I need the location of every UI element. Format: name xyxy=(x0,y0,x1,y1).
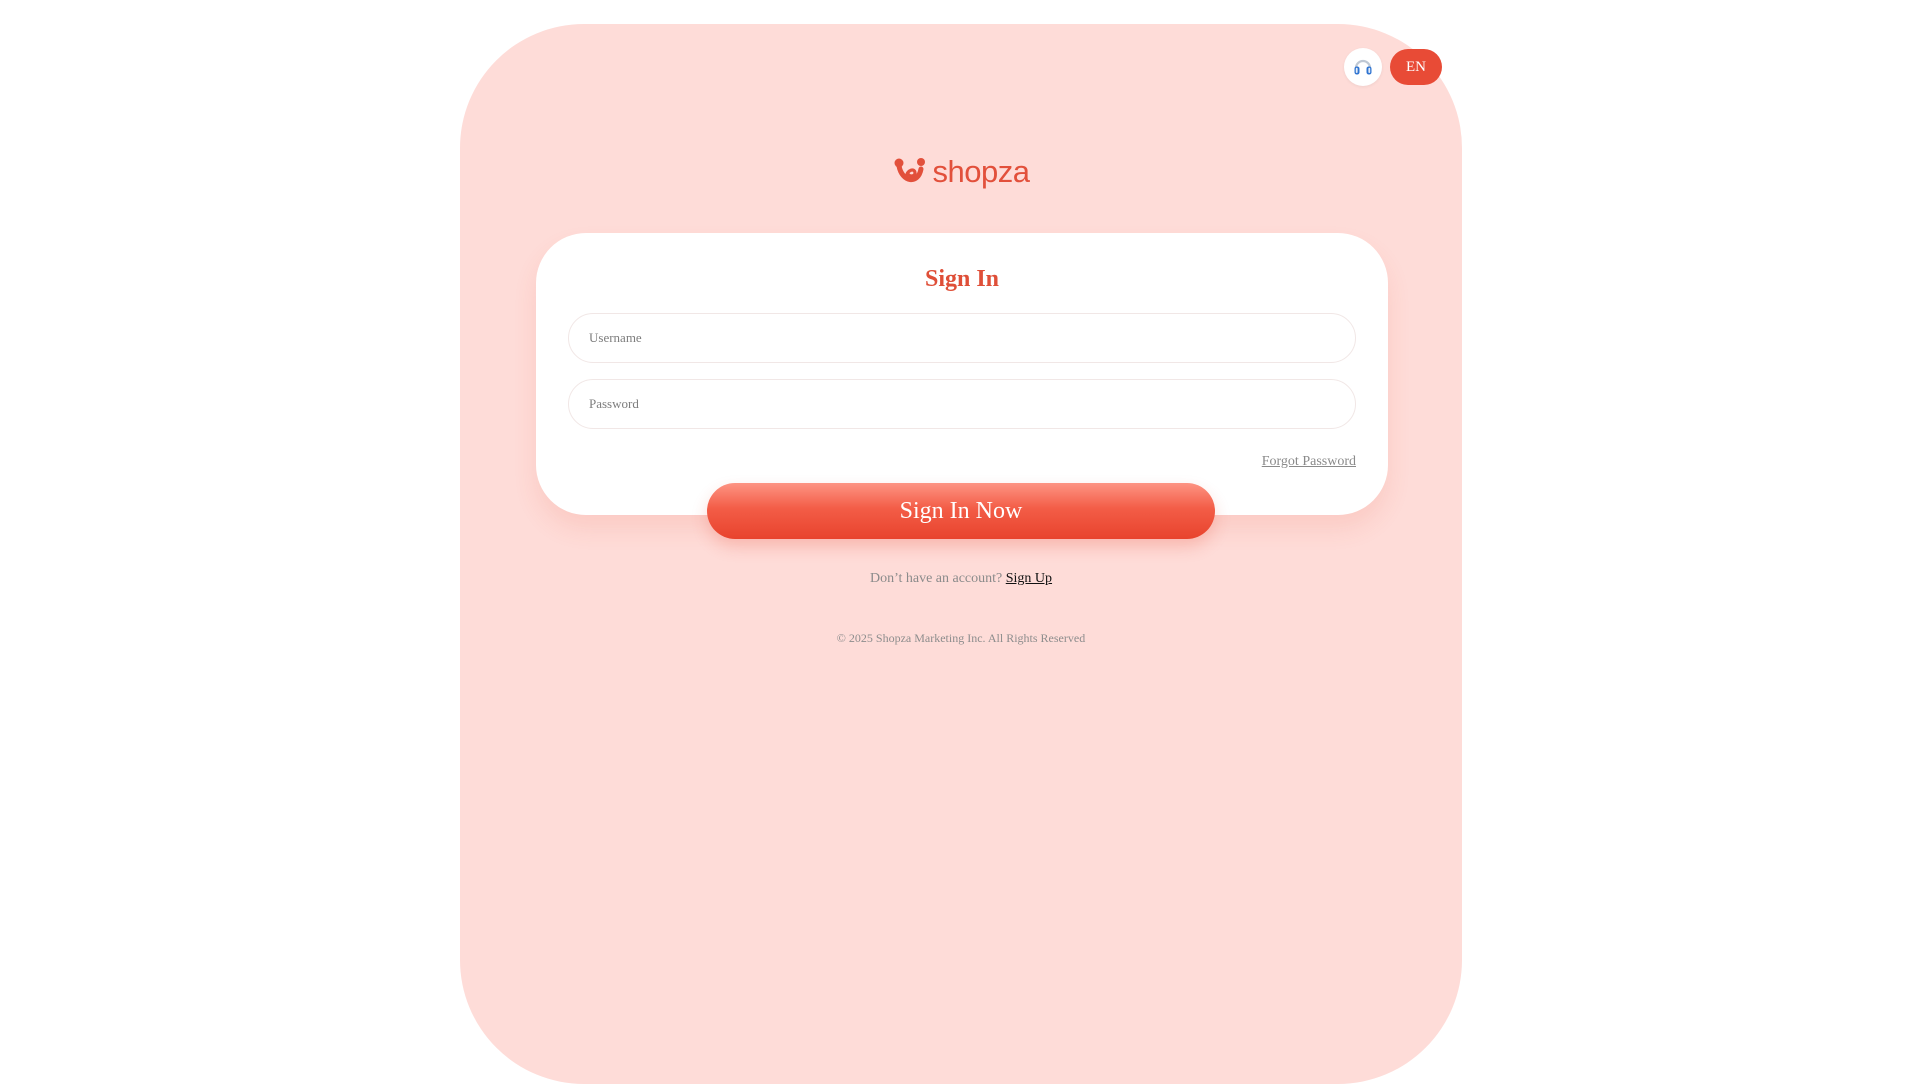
signup-prompt: Don’t have an account? Sign Up xyxy=(460,571,1462,587)
sign-in-title: Sign In xyxy=(924,266,1000,292)
sign-up-link[interactable]: Sign Up xyxy=(1006,571,1052,586)
support-button[interactable] xyxy=(1344,48,1382,86)
copyright-text: © 2025 Shopza Marketing Inc. All Rights … xyxy=(836,631,1086,645)
password-input[interactable] xyxy=(568,379,1356,429)
brand-logo: shopza xyxy=(460,156,1462,187)
brand-name: shopza xyxy=(932,154,1030,189)
top-controls: EN xyxy=(1344,48,1442,86)
sign-in-button[interactable]: Sign In Now xyxy=(707,483,1215,539)
language-selector[interactable]: EN xyxy=(1390,49,1442,85)
forgot-password-link[interactable]: Forgot Password xyxy=(1262,454,1356,470)
login-panel: EN shopza Sign In Forgot Password Sign I… xyxy=(460,24,1462,1084)
signup-prompt-text: Don’t have an account? xyxy=(869,571,1003,586)
sign-in-card: Sign In Forgot Password xyxy=(536,233,1388,515)
headset-icon xyxy=(1354,59,1372,75)
username-input[interactable] xyxy=(568,313,1356,363)
shopza-logo-icon xyxy=(894,157,925,182)
